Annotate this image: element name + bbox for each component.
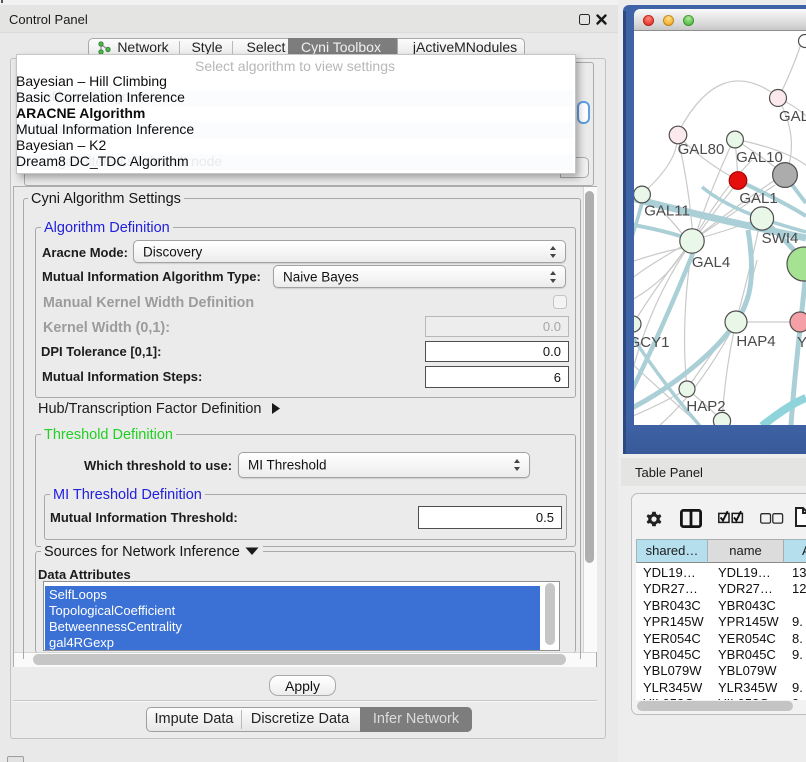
svg-text:SWI4: SWI4 bbox=[762, 230, 799, 247]
svg-text:HAP4: HAP4 bbox=[736, 333, 775, 350]
svg-text:GAL7: GAL7 bbox=[779, 108, 806, 125]
svg-text:HAP2: HAP2 bbox=[686, 398, 725, 415]
svg-text:GAL4: GAL4 bbox=[692, 254, 730, 271]
svg-text:GAL1: GAL1 bbox=[739, 190, 777, 207]
svg-text:YM: YM bbox=[797, 334, 806, 351]
svg-text:GCY1: GCY1 bbox=[634, 334, 669, 351]
svg-text:GAL10: GAL10 bbox=[736, 149, 783, 166]
svg-text:GAL11: GAL11 bbox=[644, 203, 690, 220]
svg-text:GAL80: GAL80 bbox=[678, 141, 725, 158]
